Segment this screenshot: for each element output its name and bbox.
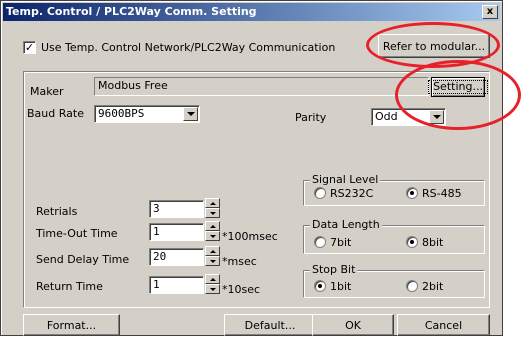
- retrials-input[interactable]: 3: [149, 200, 204, 218]
- 2bit-label: 2bit: [422, 280, 444, 293]
- title-bar: Temp. Control / PLC2Way Comm. Setting x: [3, 3, 500, 21]
- setting-button-label: Setting...: [428, 80, 488, 94]
- maker-value: Modbus Free: [98, 79, 168, 92]
- send-delay-unit: *msec: [222, 255, 257, 268]
- cancel-button[interactable]: Cancel: [397, 314, 490, 336]
- timeout-value: 1: [153, 225, 160, 238]
- send-delay-label: Send Delay Time: [36, 253, 130, 266]
- return-time-down-icon[interactable]: [205, 284, 220, 294]
- baud-rate-label: Baud Rate: [27, 107, 84, 120]
- use-network-label: Use Temp. Control Network/PLC2Way Commun…: [41, 41, 336, 54]
- return-time-spinner[interactable]: [205, 274, 220, 294]
- timeout-down-icon[interactable]: [205, 231, 220, 241]
- rs232c-label: RS232C: [330, 187, 374, 200]
- send-delay-up-icon[interactable]: [205, 246, 220, 256]
- retrials-label: Retrials: [36, 205, 78, 218]
- settings-dialog: Temp. Control / PLC2Way Comm. Setting x …: [0, 0, 503, 336]
- ok-button-label: OK: [345, 318, 361, 332]
- parity-label: Parity: [295, 111, 327, 124]
- retrials-spinner[interactable]: [205, 198, 220, 218]
- format-button[interactable]: Format...: [23, 314, 120, 336]
- default-button[interactable]: Default...: [224, 314, 316, 336]
- refer-to-modular-button[interactable]: Refer to modular...: [378, 34, 490, 58]
- retrials-down-icon[interactable]: [205, 208, 220, 218]
- maker-label: Maker: [30, 85, 64, 98]
- default-button-label: Default...: [244, 318, 296, 332]
- format-button-label: Format...: [46, 318, 97, 332]
- send-delay-down-icon[interactable]: [205, 256, 220, 266]
- rs485-label: RS-485: [422, 187, 462, 200]
- timeout-spinner[interactable]: [205, 221, 220, 241]
- 2bit-radio[interactable]: [406, 280, 418, 292]
- 7bit-radio[interactable]: [314, 236, 326, 248]
- return-time-label: Return Time: [36, 280, 103, 293]
- timeout-label: Time-Out Time: [36, 227, 118, 240]
- 8bit-label: 8bit: [422, 236, 444, 249]
- parity-value: Odd: [375, 110, 398, 123]
- baud-rate-dropdown-icon[interactable]: [183, 107, 198, 121]
- rs485-radio[interactable]: [406, 187, 418, 199]
- data-length-title: Data Length: [310, 218, 382, 231]
- window-title: Temp. Control / PLC2Way Comm. Setting: [6, 5, 257, 18]
- 8bit-radio[interactable]: [406, 236, 418, 248]
- timeout-up-icon[interactable]: [205, 221, 220, 231]
- ok-button[interactable]: OK: [312, 314, 394, 336]
- 1bit-radio[interactable]: [314, 280, 326, 292]
- rs232c-radio[interactable]: [314, 187, 326, 199]
- setting-button[interactable]: Setting...: [428, 77, 488, 97]
- timeout-input[interactable]: 1: [149, 223, 204, 241]
- retrials-value: 3: [153, 202, 160, 215]
- maker-field: Modbus Free: [94, 77, 429, 96]
- return-time-unit: *10sec: [222, 283, 261, 296]
- parity-select[interactable]: Odd: [371, 108, 446, 126]
- baud-rate-select[interactable]: 9600BPS: [94, 105, 200, 123]
- refer-to-modular-label: Refer to modular...: [382, 39, 486, 53]
- 7bit-label: 7bit: [330, 236, 352, 249]
- signal-level-title: Signal Level: [310, 173, 381, 186]
- return-time-up-icon[interactable]: [205, 274, 220, 284]
- return-time-input[interactable]: 1: [149, 276, 204, 294]
- send-delay-spinner[interactable]: [205, 246, 220, 266]
- stop-bit-title: Stop Bit: [310, 263, 358, 276]
- baud-rate-value: 9600BPS: [98, 107, 145, 120]
- cancel-button-label: Cancel: [424, 318, 463, 332]
- parity-dropdown-icon[interactable]: [429, 110, 444, 124]
- send-delay-value: 20: [153, 250, 167, 263]
- return-time-value: 1: [153, 278, 160, 291]
- timeout-unit: *100msec: [222, 230, 278, 243]
- use-network-checkbox[interactable]: ✓: [23, 41, 36, 54]
- close-button[interactable]: x: [482, 5, 498, 19]
- 1bit-label: 1bit: [330, 280, 352, 293]
- send-delay-input[interactable]: 20: [149, 248, 204, 266]
- retrials-up-icon[interactable]: [205, 198, 220, 208]
